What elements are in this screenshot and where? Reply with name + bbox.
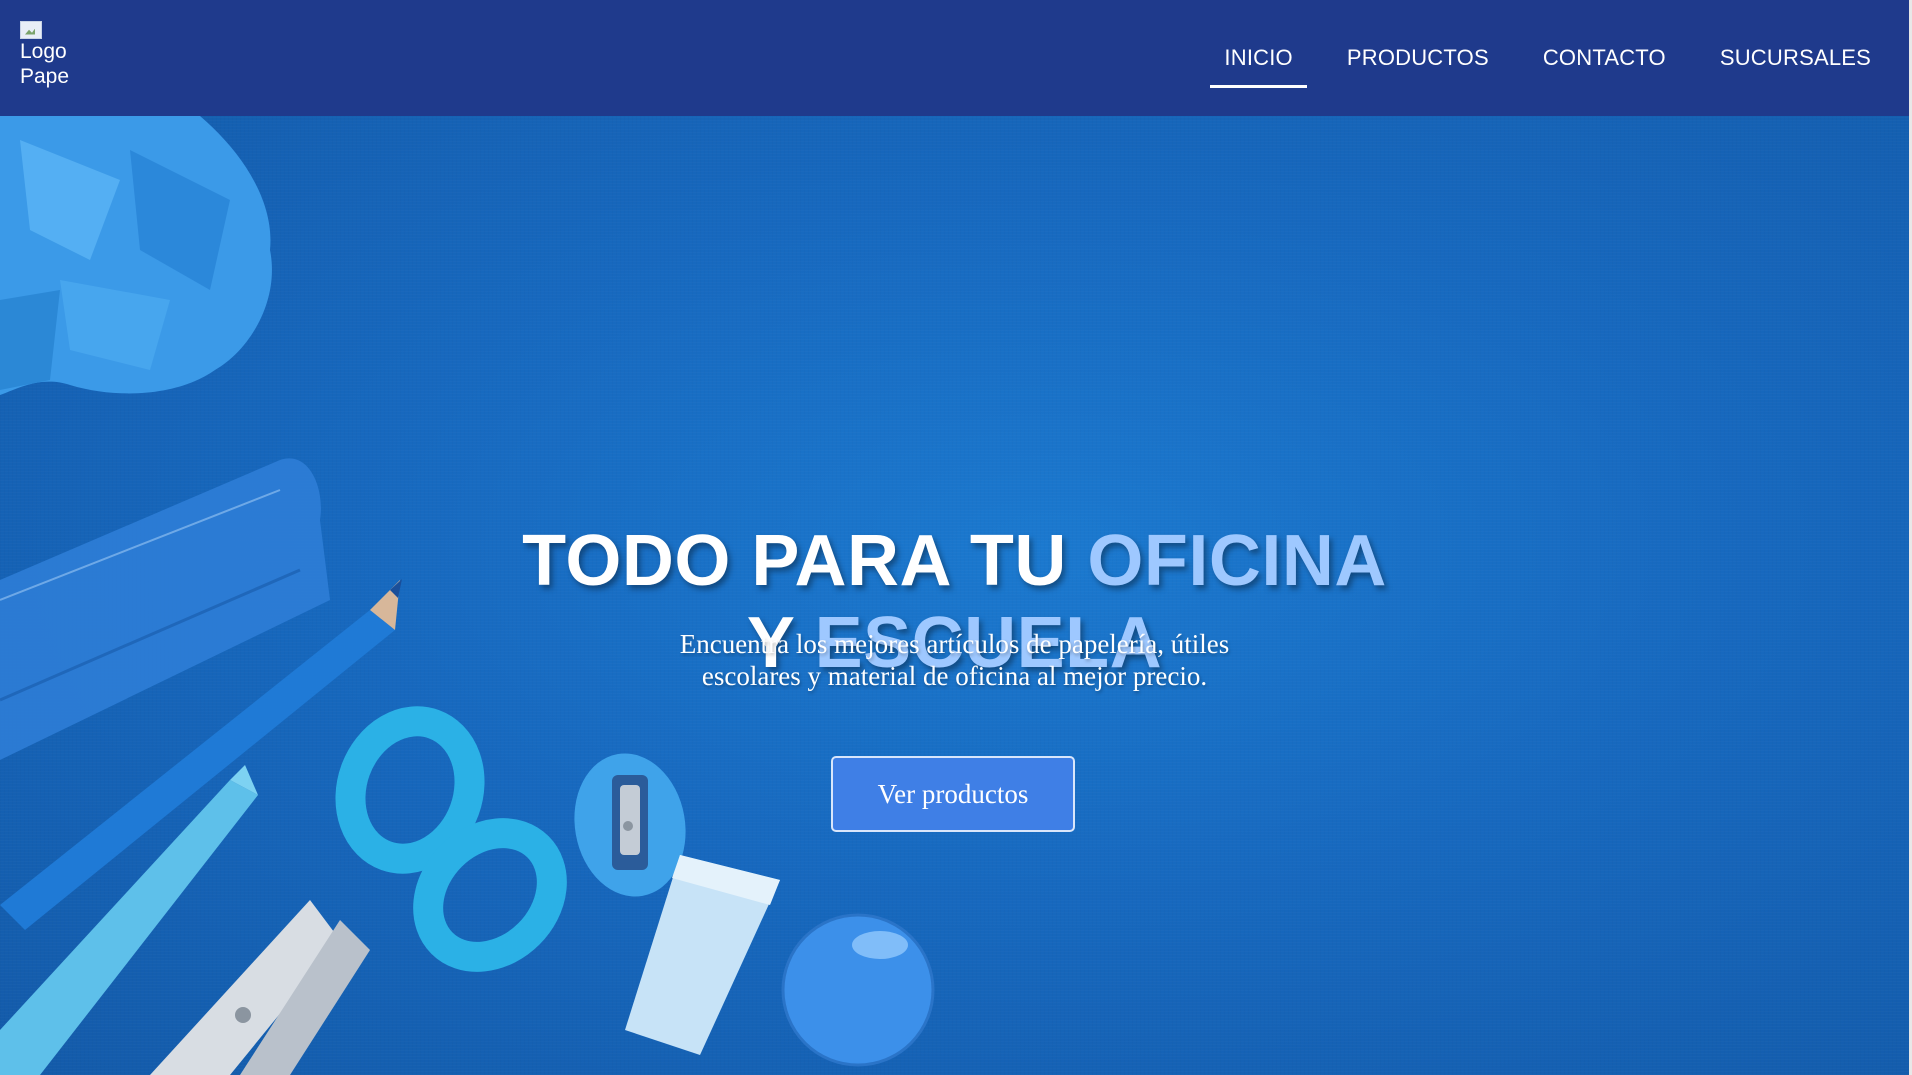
view-products-button[interactable]: Ver productos	[831, 756, 1075, 832]
nav-item-productos[interactable]: PRODUCTOS	[1333, 28, 1503, 88]
headline-accent-oficina: OFICINA	[1087, 521, 1387, 601]
hero-section: TODO PARA TU OFICINA Y ESCUELA	[0, 116, 1909, 1075]
nav-item-sucursales[interactable]: SUCURSALES	[1706, 28, 1885, 88]
ball-image	[781, 913, 935, 1067]
subtitle-line-1: Encuentra los mejores artículos de papel…	[679, 629, 1230, 659]
headline-text-1: TODO PARA TU	[522, 521, 1088, 601]
logo-alt-text-line2: Papel	[20, 64, 70, 88]
hero-subtitle: Encuentra los mejores artículos de papel…	[0, 628, 1909, 692]
nav-item-contacto[interactable]: CONTACTO	[1529, 28, 1680, 88]
main-nav: INICIO PRODUCTOS CONTACTO SUCURSALES	[1184, 0, 1885, 116]
broken-image-icon	[20, 20, 42, 39]
nav-item-inicio[interactable]: INICIO	[1210, 28, 1308, 88]
crumpled-paper-image	[0, 116, 272, 395]
page: Logo Papel INICIO PRODUCTOS CONTACTO SUC…	[0, 0, 1912, 1075]
navbar: Logo Papel INICIO PRODUCTOS CONTACTO SUC…	[0, 0, 1909, 116]
logo[interactable]: Logo Papel	[20, 20, 70, 96]
subtitle-line-2: escolares y material de oficina al mejor…	[701, 661, 1208, 691]
logo-alt-text-line1: Logo	[20, 39, 67, 63]
